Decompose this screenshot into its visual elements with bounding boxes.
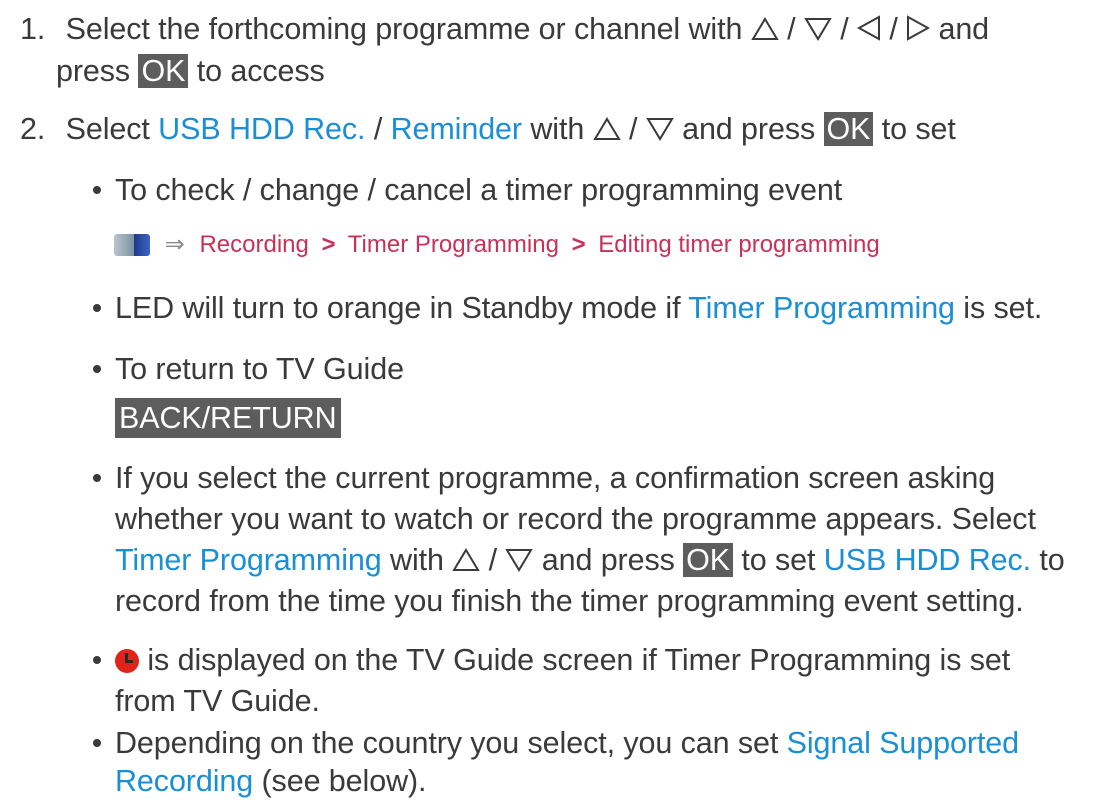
separator: / [840,12,849,46]
path-arrow: ⇒ [164,231,185,258]
up-triangle-icon [750,12,779,50]
signal-supported-recording-link-cont[interactable]: Recording [115,764,253,798]
step-1-text-access: to access [196,54,325,88]
bullet-dot [93,186,101,194]
separator: / [787,12,796,46]
path-separator: > [321,231,336,258]
separator: / [488,543,497,577]
bullet-timer-icon-line-2: from TV Guide. [115,684,320,718]
path-item-editing-timer-programming[interactable]: Editing timer programming [598,231,879,258]
step-2-text-press: and press [682,112,816,146]
step-2-number: 2. [20,112,46,146]
ok-key: OK [138,54,189,88]
bullet-depending-text: Depending on the country you select, you… [115,726,779,760]
up-triangle-icon [452,543,481,581]
step-1-text-and: and [938,12,990,46]
step-1-line-1: 1. Select the forthcoming programme or c… [20,10,989,50]
text-to-set: to set [741,543,816,577]
left-triangle-icon [856,12,881,50]
path-item-recording[interactable]: Recording [199,231,308,258]
bullet-current-programme-line-1: If you select the current programme, a c… [115,461,996,495]
right-triangle-icon [906,12,931,50]
timer-programming-link[interactable]: Timer Programming [115,543,382,577]
step-1-line-2: press OK to access [56,52,325,90]
bullet-led-text-end: is set. [963,291,1043,325]
step-2-line: 2. Select USB HDD Rec. / Reminder with /… [20,110,956,150]
separator: / [628,112,638,146]
timer-clock-icon [115,649,139,673]
bullet-current-programme-line-2: whether you want to watch or record the … [115,502,1036,536]
bullet-dot [93,304,101,312]
step-2-text-select: Select [65,112,150,146]
text-and-press: and press [541,543,675,577]
step-1-number: 1. [20,12,46,46]
step-1-text: Select the forthcoming programme or chan… [65,12,743,46]
bullet-dot [93,474,101,482]
menu-icon [114,234,150,256]
path-item-timer-programming[interactable]: Timer Programming [348,231,559,258]
up-triangle-icon [592,112,621,150]
bullet-timer-icon-line-1: is displayed on the TV Guide screen if T… [115,641,1010,679]
ok-key: OK [683,543,734,577]
back-return-key: BACK/RETURN [115,398,341,438]
bullet-led-text: LED will turn to orange in Standby mode … [115,291,681,325]
separator: / [889,12,898,46]
bullet-depending-country-line-1: Depending on the country you select, you… [115,724,1019,762]
bullet-see-below-text: (see below). [261,764,427,798]
bullet-check-change-cancel: To check / change / cancel a timer progr… [115,173,843,207]
bullet-current-programme-line-3: Timer Programming with / and press OK to… [115,541,1065,581]
text-with: with [390,543,444,577]
text-to: to [1039,543,1065,577]
down-triangle-icon [505,543,534,581]
bullet-dot [93,365,101,373]
bullet-current-programme-line-4: record from the time you finish the time… [115,584,1024,618]
down-triangle-icon [645,112,674,150]
help-page: 1. Select the forthcoming programme or c… [0,0,1107,798]
usb-hdd-rec-link[interactable]: USB HDD Rec. [824,543,1031,577]
down-triangle-icon [804,12,832,50]
bullet-dot [93,656,101,664]
ok-key: OK [823,112,874,146]
breadcrumb-path: ⇒ Recording > Timer Programming > Editin… [114,230,880,260]
signal-supported-recording-link[interactable]: Signal Supported [787,726,1020,760]
bullet-timer-icon-text: is displayed on the TV Guide screen if T… [147,643,1011,677]
bullet-led: LED will turn to orange in Standby mode … [115,289,1042,327]
step-2-text-with: with [530,112,585,146]
bullet-return-tv-guide: To return to TV Guide [115,352,404,386]
path-separator: > [571,231,586,258]
bullet-depending-country-line-2: Recording (see below). [115,762,427,800]
usb-hdd-rec-link[interactable]: USB HDD Rec. [158,112,365,146]
timer-programming-link[interactable]: Timer Programming [688,291,955,325]
step-2-text-set: to set [881,112,956,146]
separator: / [373,112,383,146]
reminder-link[interactable]: Reminder [391,112,523,146]
bullet-dot [93,739,101,747]
back-return-key-row: BACK/RETURN [115,398,341,438]
step-1-text-press: press [56,54,131,88]
